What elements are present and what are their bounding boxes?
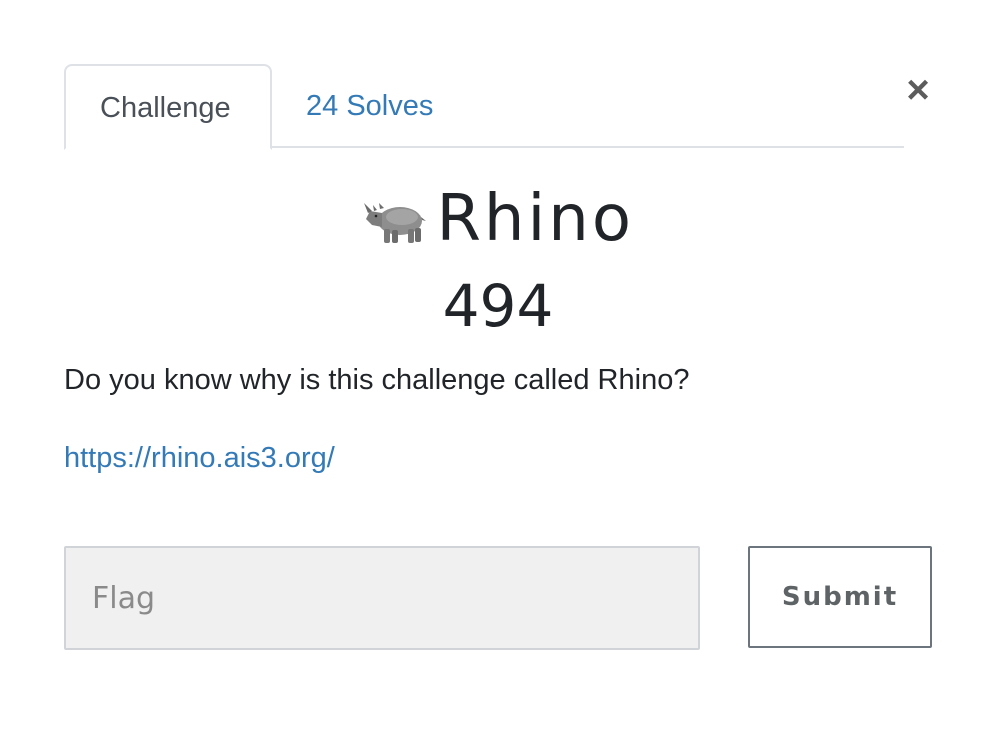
tab-bar: Challenge 24 Solves xyxy=(64,64,904,150)
tab-challenge-label: Challenge xyxy=(100,92,231,124)
tab-challenge[interactable]: Challenge xyxy=(64,64,272,150)
challenge-name: Rhino xyxy=(436,182,634,256)
rhino-icon xyxy=(362,189,428,249)
close-button[interactable]: × xyxy=(900,70,936,110)
flag-input[interactable] xyxy=(64,546,700,650)
submit-button[interactable]: Submit xyxy=(748,546,932,648)
challenge-description: Do you know why is this challenge called… xyxy=(64,364,690,396)
challenge-link[interactable]: https://rhino.ais3.org/ xyxy=(64,438,335,478)
challenge-points: 494 xyxy=(442,272,554,340)
challenge-title: Rhino xyxy=(0,182,996,256)
challenge-modal: Challenge 24 Solves × Rhino 494 Do you k… xyxy=(0,0,996,745)
tab-solves-label: 24 Solves xyxy=(306,90,434,122)
close-icon: × xyxy=(906,68,930,112)
tab-solves[interactable]: 24 Solves xyxy=(272,64,467,148)
